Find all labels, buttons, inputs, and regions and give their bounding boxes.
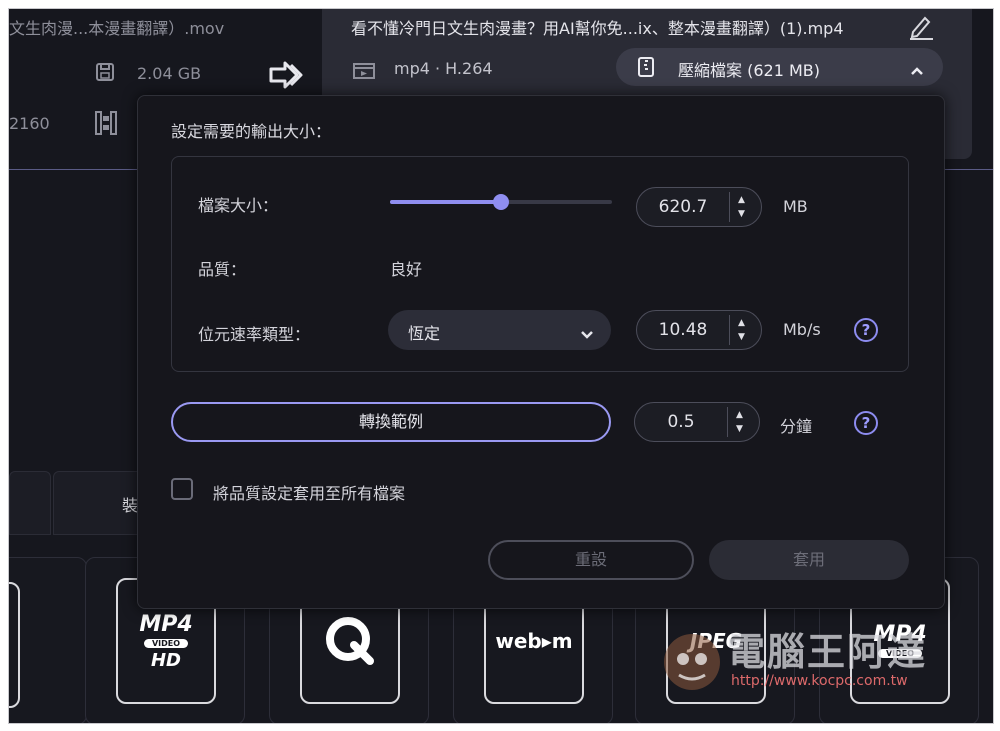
quality-label: 品質： bbox=[198, 260, 247, 279]
help-icon[interactable]: ? bbox=[854, 411, 878, 435]
mp4-hd-line3: HD bbox=[150, 649, 181, 671]
apply-all-checkbox[interactable] bbox=[171, 478, 193, 500]
bitrate-value: 10.48 bbox=[658, 320, 708, 340]
reset-button[interactable]: 重設 bbox=[488, 540, 694, 580]
bitrate-type-select[interactable]: 恆定 bbox=[388, 310, 611, 350]
video-format-icon bbox=[353, 60, 377, 84]
help-icon[interactable]: ? bbox=[854, 318, 878, 342]
preview-duration-stepper[interactable]: 0.5 ▲ ▼ bbox=[634, 402, 760, 442]
convert-arrow-icon[interactable] bbox=[267, 61, 307, 93]
output-size-dialog: 設定需要的輸出大小： 檔案大小： 620.7 ▲ ▼ MB 品質： 良好 位元速… bbox=[137, 95, 945, 609]
watermark-url: http://www.kocpc.com.tw bbox=[731, 673, 908, 689]
compress-dropdown[interactable]: 壓縮檔案 (621 MB) bbox=[616, 48, 943, 86]
zip-file-icon bbox=[638, 57, 654, 81]
edit-pencil-icon[interactable] bbox=[907, 12, 935, 44]
watermark-text: 電腦王阿達 bbox=[727, 630, 928, 674]
dialog-title: 設定需要的輸出大小： bbox=[171, 122, 332, 141]
output-codec: mp4 · H.264 bbox=[394, 59, 493, 78]
stepper-up-icon[interactable]: ▲ bbox=[738, 318, 745, 328]
apply-button[interactable]: 套用 bbox=[709, 540, 909, 580]
output-filename: 看不懂冷門日文生肉漫畫？用AI幫你免...ix、整本漫畫翻譯）(1).mp4 bbox=[351, 19, 844, 38]
tab-device-label: 裝 bbox=[122, 496, 139, 515]
format-card-partial[interactable] bbox=[9, 557, 87, 723]
preview-unit: 分鐘 bbox=[780, 417, 813, 436]
file-size-unit: MB bbox=[783, 197, 808, 216]
chevron-down-icon bbox=[580, 325, 594, 344]
source-resolution: 2160 bbox=[9, 114, 50, 133]
stepper-down-icon[interactable]: ▼ bbox=[738, 332, 745, 342]
convert-sample-button[interactable]: 轉換範例 bbox=[171, 402, 611, 442]
slider-fill bbox=[390, 200, 501, 204]
source-filename: 文生肉漫...本漫畫翻譯）.mov bbox=[9, 19, 225, 38]
stepper-up-icon[interactable]: ▲ bbox=[736, 410, 743, 420]
file-size-value: 620.7 bbox=[658, 197, 708, 217]
save-icon bbox=[95, 62, 115, 86]
quality-value: 良好 bbox=[390, 260, 423, 279]
app-window: 文生肉漫...本漫畫翻譯）.mov 2.04 GB 2160 看不懂冷門日文生肉… bbox=[8, 8, 994, 724]
webm-label: web▸m bbox=[495, 629, 573, 653]
file-size-label: 檔案大小： bbox=[198, 196, 279, 215]
preview-duration-value: 0.5 bbox=[667, 412, 695, 432]
stepper-down-icon[interactable]: ▼ bbox=[736, 424, 743, 434]
stepper-up-icon[interactable]: ▲ bbox=[738, 195, 745, 205]
bitrate-unit: Mb/s bbox=[783, 320, 821, 339]
bitrate-type-label: 位元速率類型： bbox=[198, 325, 311, 344]
chevron-up-icon bbox=[910, 61, 924, 80]
file-size-stepper[interactable]: 620.7 ▲ ▼ bbox=[636, 187, 762, 227]
compress-label: 壓縮檔案 (621 MB) bbox=[678, 61, 820, 80]
mp4-hd-line1: MP4 bbox=[139, 611, 193, 637]
stepper-down-icon[interactable]: ▼ bbox=[738, 209, 745, 219]
watermark-mascot-icon bbox=[659, 629, 725, 699]
bitrate-type-value: 恆定 bbox=[408, 324, 441, 343]
source-size: 2.04 GB bbox=[137, 64, 202, 83]
partial-format-icon bbox=[9, 582, 20, 708]
bitrate-stepper[interactable]: 10.48 ▲ ▼ bbox=[636, 310, 762, 350]
resolution-icon bbox=[95, 111, 117, 139]
mp4-hd-line2: VIDEO bbox=[143, 638, 189, 648]
tab-partial-left[interactable] bbox=[9, 471, 51, 535]
slider-handle[interactable] bbox=[493, 194, 509, 210]
apply-all-label: 將品質設定套用至所有檔案 bbox=[213, 484, 406, 503]
file-size-slider[interactable] bbox=[390, 194, 612, 210]
